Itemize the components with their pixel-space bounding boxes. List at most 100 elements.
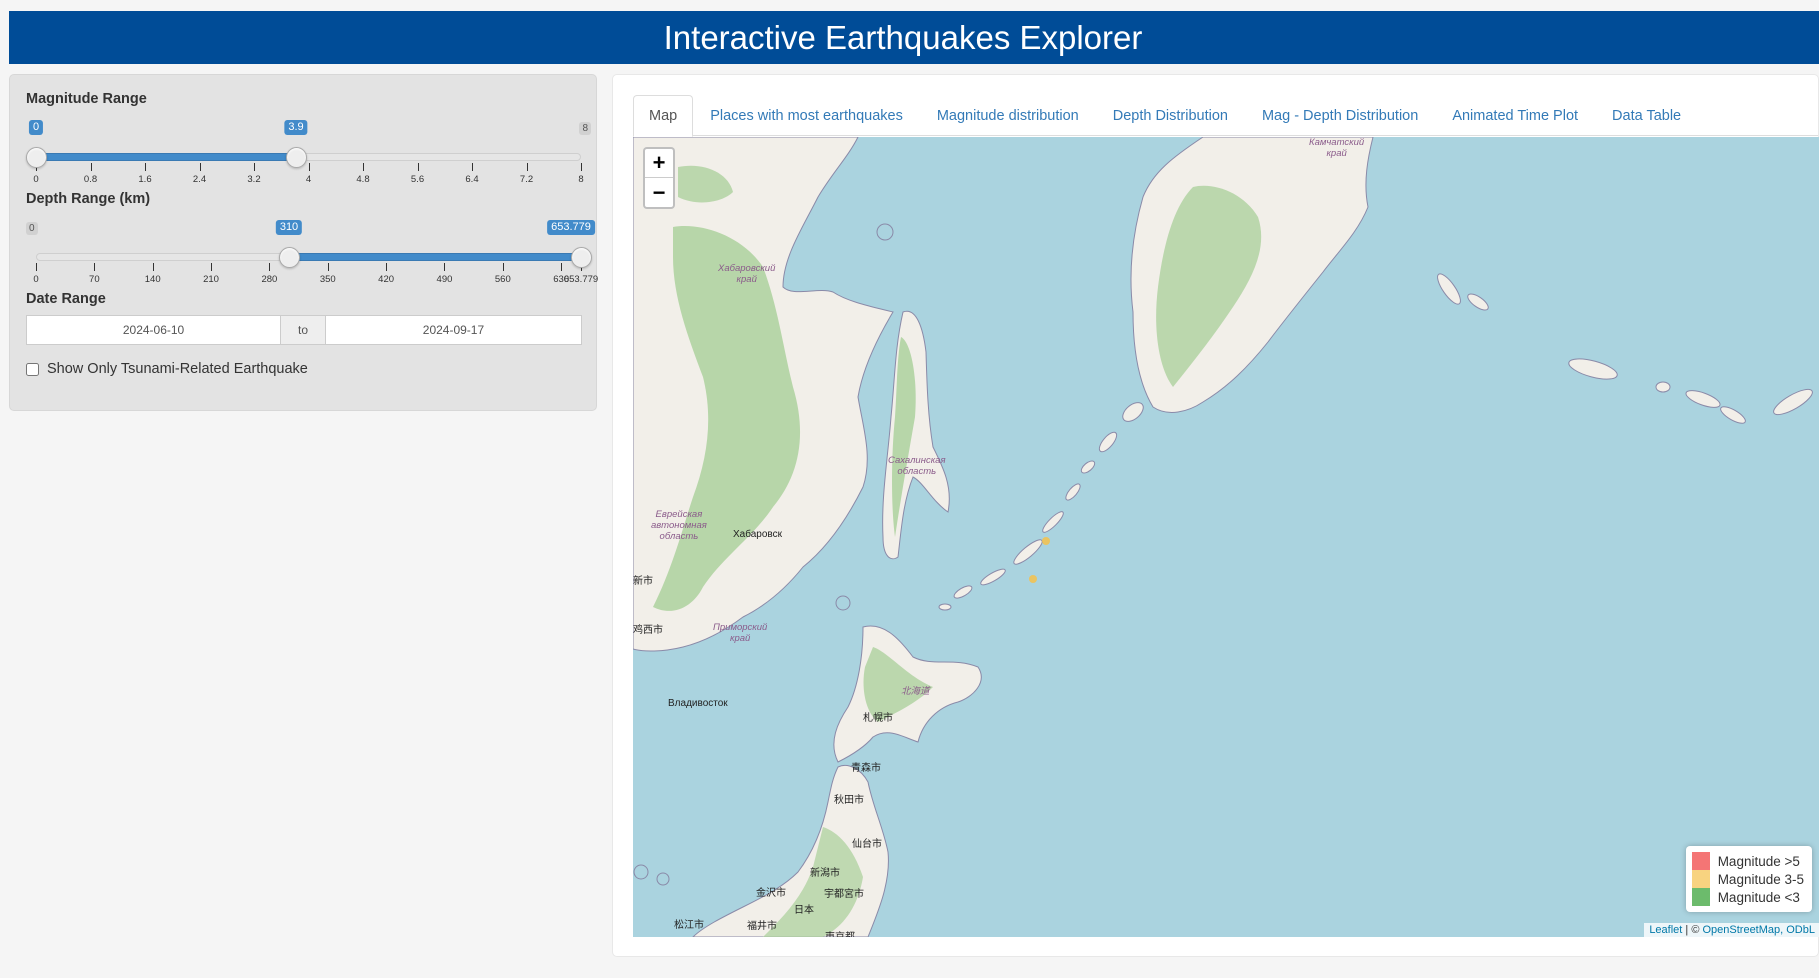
- tsunami-filter[interactable]: Show Only Tsunami-Related Earthquake: [26, 361, 308, 377]
- slider-tick-label: 490: [436, 274, 453, 285]
- date-range-label: Date Range: [26, 291, 106, 307]
- map-label-sendai: 仙台市: [852, 839, 882, 850]
- attribution-separator: | ©: [1682, 924, 1703, 936]
- map-label-kamchatka: Камчатский край: [1309, 137, 1365, 159]
- magnitude-range-slider[interactable]: 0 8 0 3.9 00.81.62.43.244.85.66.47.28: [26, 115, 591, 185]
- start-date-input[interactable]: [27, 316, 281, 344]
- map-label-akita: 秋田市: [834, 795, 864, 806]
- map-label-fukui: 福井市: [747, 921, 777, 932]
- slider-tick: [308, 163, 310, 171]
- legend-label-mid: Magnitude 3-5: [1717, 871, 1804, 887]
- map-label-utsunomiya: 宇都宮市: [824, 889, 864, 900]
- slider-tick: [269, 263, 271, 271]
- magnitude-to-handle[interactable]: [286, 147, 307, 168]
- map-label-tokyo: 東京都: [825, 928, 855, 937]
- date-range-separator: to: [280, 316, 326, 344]
- map-label-japan: 日本: [794, 905, 814, 916]
- app-header: Interactive Earthquakes Explorer: [9, 11, 1819, 64]
- kuril-islands: [938, 402, 1144, 611]
- map-label-niigata: 新潟市: [810, 868, 840, 879]
- slider-tick: [36, 263, 37, 271]
- slider-tick: [363, 163, 364, 171]
- slider-tick-label: 8: [578, 174, 584, 185]
- slider-tick-label: 1.6: [138, 174, 152, 185]
- slider-tick-label: 210: [203, 274, 219, 285]
- map-label-primorsky: Приморский край: [713, 622, 768, 644]
- magnitude-from-handle[interactable]: [26, 147, 47, 168]
- slider-tick-label: 6.4: [465, 174, 479, 185]
- tab-animated-time-plot[interactable]: Animated Time Plot: [1435, 95, 1595, 136]
- tab-depth-distribution[interactable]: Depth Distribution: [1096, 95, 1245, 136]
- sakhalin-island: [882, 310, 950, 560]
- zoom-control: + −: [643, 147, 675, 209]
- legend-label-low: Magnitude <3: [1717, 889, 1800, 905]
- map-attribution: Leaflet | © OpenStreetMap, ODbL: [1644, 923, 1819, 937]
- depth-to-handle[interactable]: [571, 247, 592, 268]
- earthquake-marker[interactable]: [1029, 575, 1037, 583]
- map-label-kanazawa: 金沢市: [756, 888, 786, 899]
- slider-tick: [211, 263, 213, 271]
- tab-mag-depth-distribution[interactable]: Mag - Depth Distribution: [1245, 95, 1435, 136]
- slider-tick-label: 0.8: [83, 174, 98, 185]
- slider-tick: [94, 263, 96, 271]
- osm-link[interactable]: OpenStreetMap, ODbL: [1702, 924, 1815, 936]
- slider-tick: [152, 263, 154, 271]
- slider-tick: [561, 263, 563, 271]
- map-view[interactable]: Камчатский край Хабаровский край Сахалинск…: [633, 137, 1819, 937]
- legend-swatch-mid: [1691, 870, 1710, 888]
- slider-tick-label: 70: [89, 274, 100, 285]
- slider-tick-label: 560: [494, 274, 511, 285]
- map-label-cn1: 新市: [633, 576, 653, 587]
- tab-magnitude-distribution[interactable]: Magnitude distribution: [920, 95, 1096, 136]
- earthquake-marker[interactable]: [1042, 537, 1050, 545]
- slider-tick-label: 140: [144, 274, 161, 285]
- slider-tick: [199, 163, 201, 171]
- slider-tick: [526, 163, 528, 171]
- legend-row-low: Magnitude <3: [1691, 888, 1804, 906]
- slider-tick-label: 5.6: [410, 174, 425, 185]
- main-panel: Map Places with most earthquakes Magnitu…: [612, 74, 1819, 957]
- legend-row-high: Magnitude >5: [1691, 852, 1804, 870]
- map-label-khabarovsk-krai: Хабаровский край: [718, 263, 776, 285]
- sidebar-panel: Magnitude Range 0 8 0 3.9 00.81.62.43.24…: [9, 74, 598, 411]
- slider-tick-label: 4.8: [356, 174, 370, 185]
- magnitude-ticks: 0 0.8 1.6 2.4 3.2 4 4.8 5.6 6.4 7.2 8: [26, 115, 591, 185]
- map-label-vladivostok: Владивосток: [668, 698, 728, 709]
- aleutian-islands: [1437, 273, 1813, 424]
- slider-tick: [417, 163, 419, 171]
- slider-tick: [327, 263, 329, 271]
- slider-tick-label: 350: [319, 274, 336, 285]
- tab-places[interactable]: Places with most earthquakes: [693, 95, 920, 136]
- slider-tick: [581, 163, 582, 171]
- map-label-jewish-ao: Еврейская автономная область: [651, 509, 707, 542]
- map-label-khabarovsk: Хабаровск: [733, 529, 782, 540]
- depth-range-slider[interactable]: 0 310 653.779 0 70 140 210 280 350 420 490 560 63…: [26, 215, 598, 285]
- map-label-matsue: 松江市: [674, 920, 704, 931]
- slider-tick-label: 4: [305, 174, 312, 185]
- slider-tick: [145, 163, 146, 171]
- tab-map[interactable]: Map: [633, 95, 694, 137]
- slider-tick-label: 653.779: [563, 274, 599, 285]
- depth-from-handle[interactable]: [279, 247, 300, 268]
- legend-row-mid: Magnitude 3-5: [1691, 870, 1804, 888]
- slider-tick: [502, 263, 504, 271]
- zoom-in-button[interactable]: +: [645, 149, 673, 178]
- end-date-input[interactable]: [325, 316, 581, 344]
- map-label-hokkaido: 北海道: [901, 686, 930, 697]
- slider-tick: [386, 263, 388, 271]
- map-label-cn2: 鸡西市: [633, 625, 663, 636]
- depth-ticks: 0 70 140 210 280 350 420 490 560 630 653.779: [26, 215, 598, 285]
- slider-tick-label: 0: [33, 274, 39, 285]
- tsunami-checkbox[interactable]: [26, 362, 39, 376]
- leaflet-link[interactable]: Leaflet: [1649, 924, 1682, 936]
- slider-tick-label: 2.4: [192, 174, 207, 185]
- app-title: Interactive Earthquakes Explorer: [663, 18, 1143, 56]
- slider-tick: [472, 163, 473, 171]
- date-range-input: to: [26, 315, 582, 345]
- slider-tick-label: 420: [378, 274, 395, 285]
- slider-tick-label: 7.2: [519, 174, 534, 185]
- map-basemap: [633, 137, 1813, 937]
- tsunami-checkbox-label: Show Only Tsunami-Related Earthquake: [47, 361, 308, 377]
- tab-data-table[interactable]: Data Table: [1595, 95, 1698, 136]
- zoom-out-button[interactable]: −: [645, 178, 673, 207]
